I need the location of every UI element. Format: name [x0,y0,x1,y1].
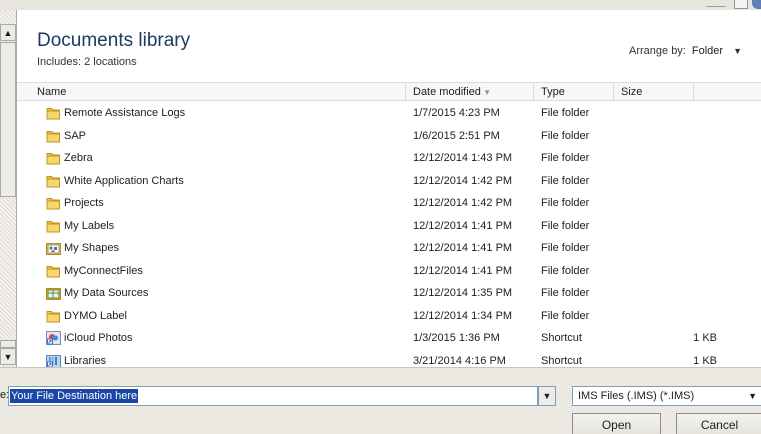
file-date-modified: 12/12/2014 1:41 PM [413,264,513,277]
file-name: My Shapes [64,242,120,254]
file-date-modified: 1/6/2015 2:51 PM [413,129,500,142]
file-row[interactable]: My Shapes 12/12/2014 1:41 PM File folder [17,237,761,260]
file-row[interactable]: Remote Assistance Logs 1/7/2015 4:23 PM Fi… [17,102,761,125]
file-date-modified: 1/7/2015 4:23 PM [413,107,500,119]
file-row[interactable]: My Labels 12/12/2014 1:41 PM File folder [17,215,761,238]
folder-icon [46,309,61,323]
file-row[interactable]: White Application Charts 12/12/2014 1:42 … [17,170,761,193]
dialog-footer: e: Your File Destination here ▼ IMS File… [0,367,761,434]
file-open-dialog: ▲ ▼ Documents library Includes: 2 locati… [0,0,761,434]
file-date-modified: 1/3/2015 1:36 PM [413,332,500,344]
icloud-shortcut-icon [46,331,61,345]
column-headers: Name Date modified ▾ Type Size [17,82,761,101]
folder-icon [46,151,61,165]
folder-icon [46,174,61,188]
file-list: Remote Assistance Logs 1/7/2015 4:23 PM Fi… [17,102,761,372]
file-date-modified: 12/12/2014 1:42 PM [413,197,513,209]
file-type: File folder [541,197,590,209]
file-row[interactable]: SAP 1/6/2015 2:51 PM File folder [17,125,761,148]
file-list-panel: Documents library Includes: 2 locations … [17,10,761,368]
file-row[interactable]: My Data Sources 12/12/2014 1:35 PM File fo… [17,282,761,305]
file-name: My Labels [64,219,115,232]
file-date-modified: 12/12/2014 1:41 PM [413,242,513,254]
filename-history-dropdown-icon[interactable]: ▼ [538,386,556,406]
library-header: Documents library Includes: 2 locations … [17,10,761,82]
window-top-strip [0,0,761,10]
file-type: File folder [541,129,590,142]
vertical-scrollbar[interactable]: ▲ ▼ [0,10,17,367]
arrange-dropdown-icon[interactable]: ▼ [733,46,742,56]
maximize-button[interactable] [734,0,748,9]
data-sources-icon [46,286,61,300]
file-date-modified: 12/12/2014 1:35 PM [413,287,513,299]
file-row[interactable]: Zebra 12/12/2014 1:43 PM File folder [17,147,761,170]
file-type: File folder [541,219,590,232]
folder-icon [46,129,61,143]
file-date-modified: 12/12/2014 1:41 PM [413,219,513,232]
cancel-button[interactable]: Cancel [676,413,761,434]
filename-value[interactable]: Your File Destination here [10,389,139,403]
file-name: SAP [64,129,87,142]
file-name: DYMO Label [64,309,127,322]
library-title: Documents library [37,30,191,51]
column-header-type[interactable]: Type [534,83,614,101]
file-size: 1 KB [693,332,717,344]
file-name: Zebra [64,152,93,164]
file-date-modified: 12/12/2014 1:43 PM [413,152,513,164]
file-type: File folder [541,242,590,254]
file-row[interactable]: DYMO Label 12/12/2014 1:34 PM File folder [17,305,761,328]
help-icon[interactable] [752,0,761,9]
file-type-filter[interactable]: IMS Files (.IMS) (*.IMS) ▼ [572,386,761,406]
file-type: File folder [541,264,590,277]
sort-descending-icon: ▾ [484,87,490,97]
file-name: MyConnectFiles [64,264,143,277]
file-name: My Data Sources [64,287,149,299]
column-header-name[interactable]: Name [30,83,406,101]
folder-icon [46,264,61,278]
filename-input[interactable]: Your File Destination here [8,386,538,406]
open-button[interactable]: Open [572,413,661,434]
column-header-date[interactable]: Date modified ▾ [406,83,534,101]
file-name: Projects [64,197,104,209]
file-row[interactable]: iCloud Photos 1/3/2015 1:36 PM Shortcut 1 K… [17,327,761,350]
file-type: File folder [541,107,590,119]
scrollbar-thumb-lower[interactable] [0,340,16,348]
column-header-size[interactable]: Size [614,83,694,101]
folder-icon [46,196,61,210]
file-name: White Application Charts [64,174,184,187]
minimize-button[interactable] [706,0,726,7]
library-locations-link[interactable]: Includes: 2 locations [37,56,137,68]
file-row[interactable]: MyConnectFiles 12/12/2014 1:41 PM File fol… [17,260,761,283]
arrange-by-label: Arrange by: [629,45,686,57]
shapes-folder-icon [46,241,61,255]
folder-icon [46,219,61,233]
file-row[interactable]: Projects 12/12/2014 1:42 PM File folder [17,192,761,215]
folder-icon [46,106,61,120]
libraries-shortcut-icon [46,354,61,368]
file-name: iCloud Photos [64,332,133,344]
arrange-by-value[interactable]: Folder [692,45,723,57]
scrollbar-thumb[interactable] [0,42,16,197]
file-date-modified: 12/12/2014 1:42 PM [413,174,513,187]
file-type: File folder [541,309,590,322]
scroll-down-arrow-icon[interactable]: ▼ [0,348,16,365]
chevron-down-icon[interactable]: ▼ [748,387,757,405]
file-date-modified: 12/12/2014 1:34 PM [413,309,513,322]
file-type: File folder [541,174,590,187]
file-type: File folder [541,152,590,164]
arrange-by-control[interactable]: Arrange by: Folder ▼ [629,45,742,57]
file-type-filter-value: IMS Files (.IMS) (*.IMS) [578,390,695,402]
scroll-up-arrow-icon[interactable]: ▲ [0,24,16,41]
file-name: Remote Assistance Logs [64,107,186,119]
file-type: File folder [541,287,590,299]
file-type: Shortcut [541,332,582,344]
